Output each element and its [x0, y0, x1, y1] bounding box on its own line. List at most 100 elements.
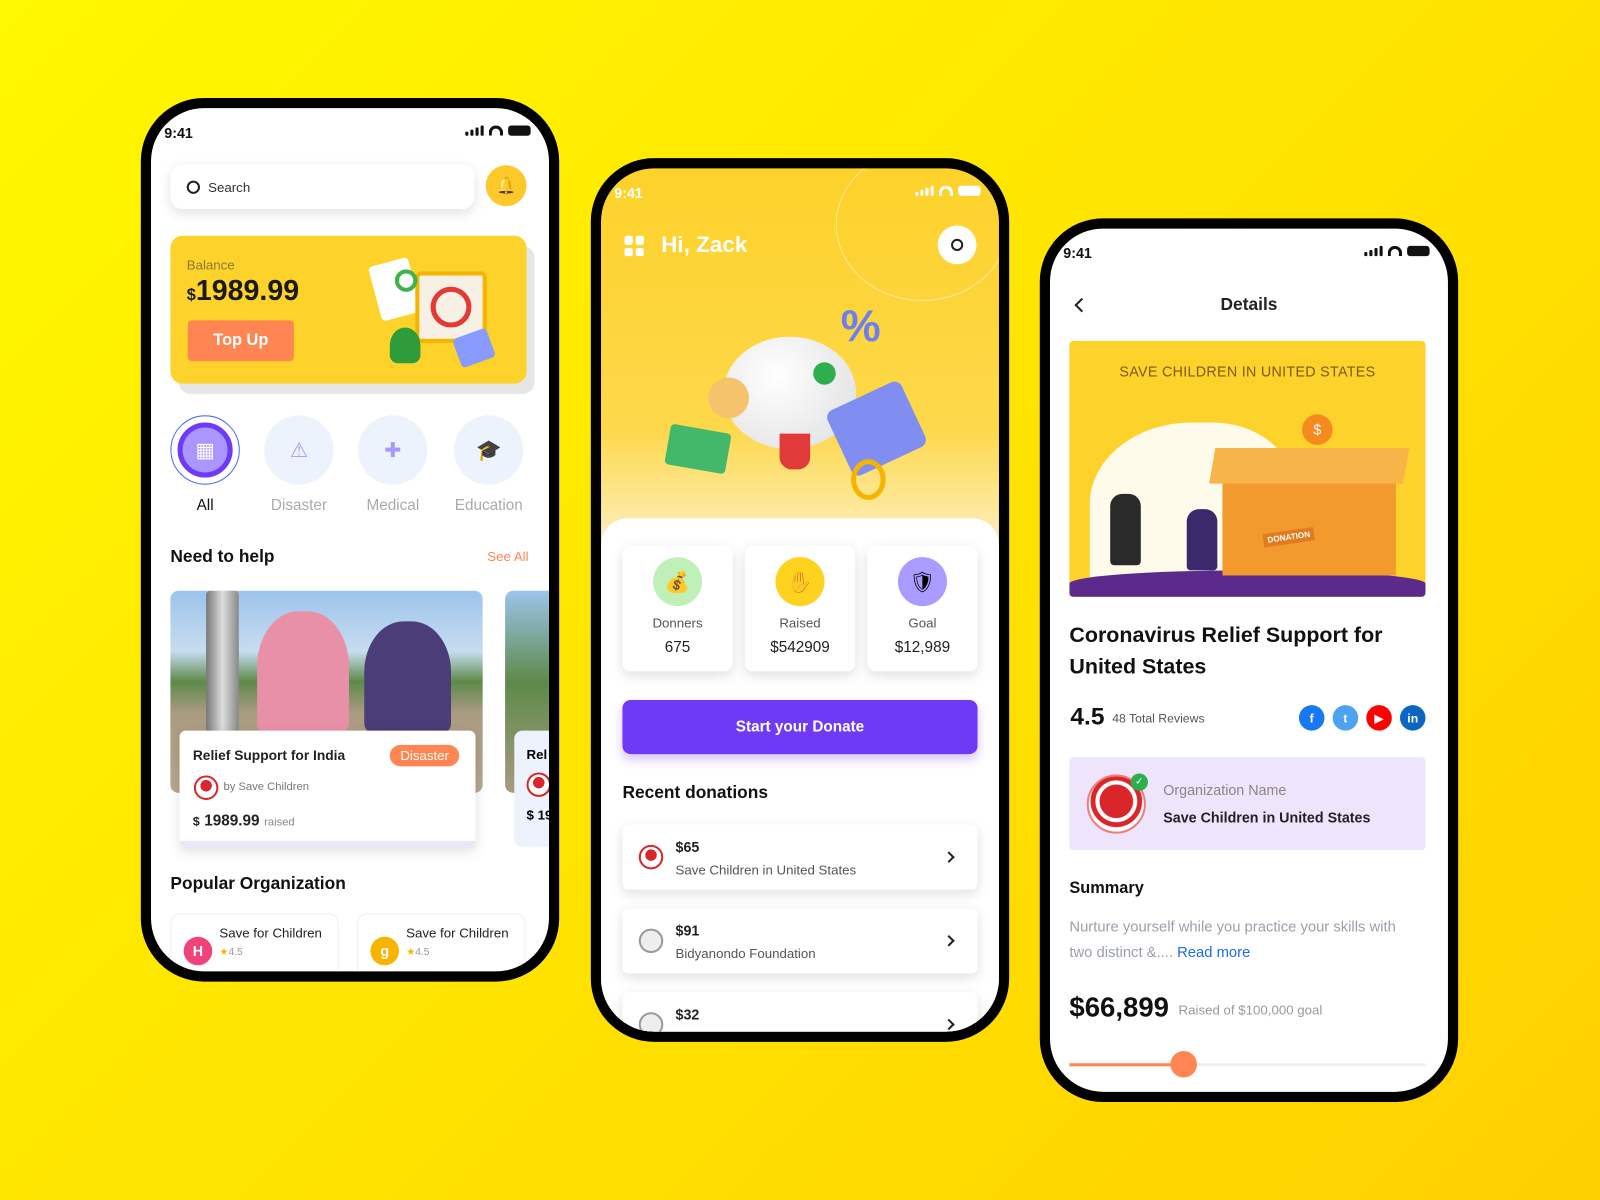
- stat-label: Donners: [652, 615, 703, 631]
- page-title: Details: [1220, 294, 1278, 315]
- campaign-card-peek[interactable]: Rel $ 19: [514, 730, 549, 847]
- start-donate-button[interactable]: Start your Donate: [622, 699, 978, 755]
- category-medical[interactable]: ✚ Medical: [352, 414, 434, 514]
- campaign-title: Relief Support for India: [192, 747, 346, 764]
- stat-label: Goal: [908, 615, 937, 631]
- banner-title: SAVE CHILDREN IN UNITED STATES: [1119, 363, 1376, 380]
- hand-coin-icon: ✋: [775, 557, 825, 607]
- balance-label: Balance: [186, 257, 235, 273]
- stat-donners: 💰 Donners 675: [622, 545, 733, 672]
- popular-title: Popular Organization: [170, 873, 346, 893]
- donation-org: Bidyanondo Foundation: [675, 945, 816, 962]
- status-icons: [465, 125, 531, 136]
- summary-title: Summary: [1069, 879, 1144, 897]
- wifi-icon: [1387, 245, 1403, 257]
- status-icons: [1364, 245, 1430, 257]
- need-help-title: Need to help: [170, 546, 275, 567]
- grid-icon: ▦: [177, 422, 233, 478]
- top-up-button[interactable]: Top Up: [187, 320, 294, 362]
- summary-text: Nurture yourself while you practice your…: [1069, 919, 1396, 962]
- save-children-logo: [526, 772, 549, 797]
- search-button[interactable]: [937, 225, 977, 265]
- category-badge: Disaster: [390, 744, 460, 767]
- phone-home: 9:41 Search 🔔 Balance $1989.99 Top Up Ne…: [140, 97, 560, 982]
- chevron-right-icon: [943, 935, 955, 947]
- org-logo: H: [183, 936, 213, 966]
- progress-slider[interactable]: [1069, 1051, 1426, 1078]
- chevron-right-icon: [943, 1018, 955, 1031]
- search-icon: [186, 180, 200, 194]
- star-icon: ★: [219, 946, 229, 959]
- organization-card[interactable]: ✓ Organization Name Save Children in Uni…: [1069, 757, 1426, 850]
- greeting: Hi, Zack: [661, 231, 748, 258]
- battery-icon: [508, 125, 531, 136]
- slider-thumb[interactable]: [1170, 1051, 1197, 1078]
- raised-amount: $66,899: [1069, 991, 1169, 1023]
- organization-card[interactable]: H Save for Children ★4.5: [170, 913, 339, 972]
- organization-card[interactable]: g Save for Children ★4.5: [357, 913, 526, 972]
- campaign-card[interactable]: Relief Support for India Disaster by Sav…: [179, 730, 476, 847]
- category-education[interactable]: 🎓 Education: [448, 414, 530, 514]
- org-rating: ★4.5: [406, 946, 430, 959]
- donation-amount: $91: [675, 922, 700, 939]
- peek-amount: $ 19: [526, 807, 549, 823]
- wifi-icon: [938, 185, 954, 196]
- search-icon: [951, 238, 964, 252]
- graduation-cap-icon: 🎓: [476, 439, 502, 462]
- donation-row[interactable]: $65 Save Children in United States: [622, 824, 978, 890]
- stat-label: Raised: [779, 615, 821, 631]
- donation-amount: $65: [675, 838, 700, 856]
- phone-dashboard: 9:41 Hi, Zack % Start your Donate Recent…: [590, 158, 1010, 1042]
- linkedin-icon[interactable]: in: [1399, 705, 1426, 731]
- stat-goal: 🛡 Goal $12,989: [867, 545, 978, 672]
- balance-value: $1989.99: [186, 274, 300, 307]
- org-name: Save for Children: [219, 925, 322, 941]
- save-children-logo: [193, 775, 219, 800]
- review-count: 48 Total Reviews: [1112, 711, 1205, 726]
- shield-icon: 🛡: [897, 557, 947, 607]
- dashboard-screen: 9:41 Hi, Zack % Start your Donate Recent…: [601, 168, 999, 1032]
- medkit-icon: ✚: [384, 439, 402, 462]
- wifi-icon: [488, 125, 504, 136]
- menu-grid-icon[interactable]: [624, 235, 644, 257]
- org-label: Organization Name: [1163, 781, 1287, 798]
- twitter-icon[interactable]: t: [1332, 705, 1359, 731]
- star-icon: ★: [406, 946, 416, 959]
- org-rating: ★4.5: [219, 946, 243, 959]
- details-banner: SAVE CHILDREN IN UNITED STATES DONATION …: [1069, 340, 1426, 597]
- facebook-icon[interactable]: f: [1298, 705, 1325, 731]
- search-input[interactable]: Search: [170, 164, 474, 209]
- donation-row[interactable]: $91 Bidyanondo Foundation: [622, 908, 978, 974]
- youtube-icon[interactable]: ▶: [1366, 705, 1392, 731]
- category-label: Education: [454, 496, 523, 515]
- stat-value: $542909: [770, 638, 830, 657]
- raised-goal: Raised of $100,000 goal: [1178, 1002, 1323, 1018]
- org-logo: [638, 1012, 664, 1032]
- social-links: f t ▶ in: [1298, 705, 1426, 731]
- category-disaster[interactable]: ⚠ Disaster: [258, 414, 340, 514]
- safe-illustration: [364, 251, 507, 373]
- campaign-raised: $ 1989.99 raised: [192, 812, 295, 830]
- details-screen: 9:41 Details SAVE CHILDREN IN UNITED STA…: [1049, 228, 1448, 1092]
- status-time: 9:41: [614, 184, 643, 202]
- donation-row[interactable]: $32: [622, 991, 978, 1032]
- bell-icon[interactable]: 🔔: [485, 165, 527, 207]
- status-time: 9:41: [164, 124, 193, 141]
- see-all-link[interactable]: See All: [487, 549, 528, 564]
- stage: 9:41 Search 🔔 Balance $1989.99 Top Up Ne…: [0, 0, 1600, 1200]
- warning-icon: ⚠: [289, 439, 309, 462]
- category-label: Medical: [366, 496, 420, 515]
- read-more-link[interactable]: Read more: [1177, 945, 1250, 961]
- phone-details: 9:41 Details SAVE CHILDREN IN UNITED STA…: [1039, 218, 1459, 1103]
- signal-icon: [915, 185, 934, 196]
- signal-icon: [1364, 245, 1383, 257]
- search-placeholder: Search: [208, 179, 251, 195]
- campaign-title: Coronavirus Relief Support for United St…: [1069, 623, 1383, 679]
- battery-icon: [958, 185, 981, 196]
- money-bag-icon: 💰: [653, 557, 703, 607]
- balance-banner: Balance $1989.99 Top Up: [170, 235, 527, 384]
- org-logo: [638, 928, 664, 954]
- category-all[interactable]: ▦ All: [164, 414, 246, 514]
- campaign-by: by Save Children: [223, 780, 309, 793]
- stat-value: 675: [664, 638, 691, 657]
